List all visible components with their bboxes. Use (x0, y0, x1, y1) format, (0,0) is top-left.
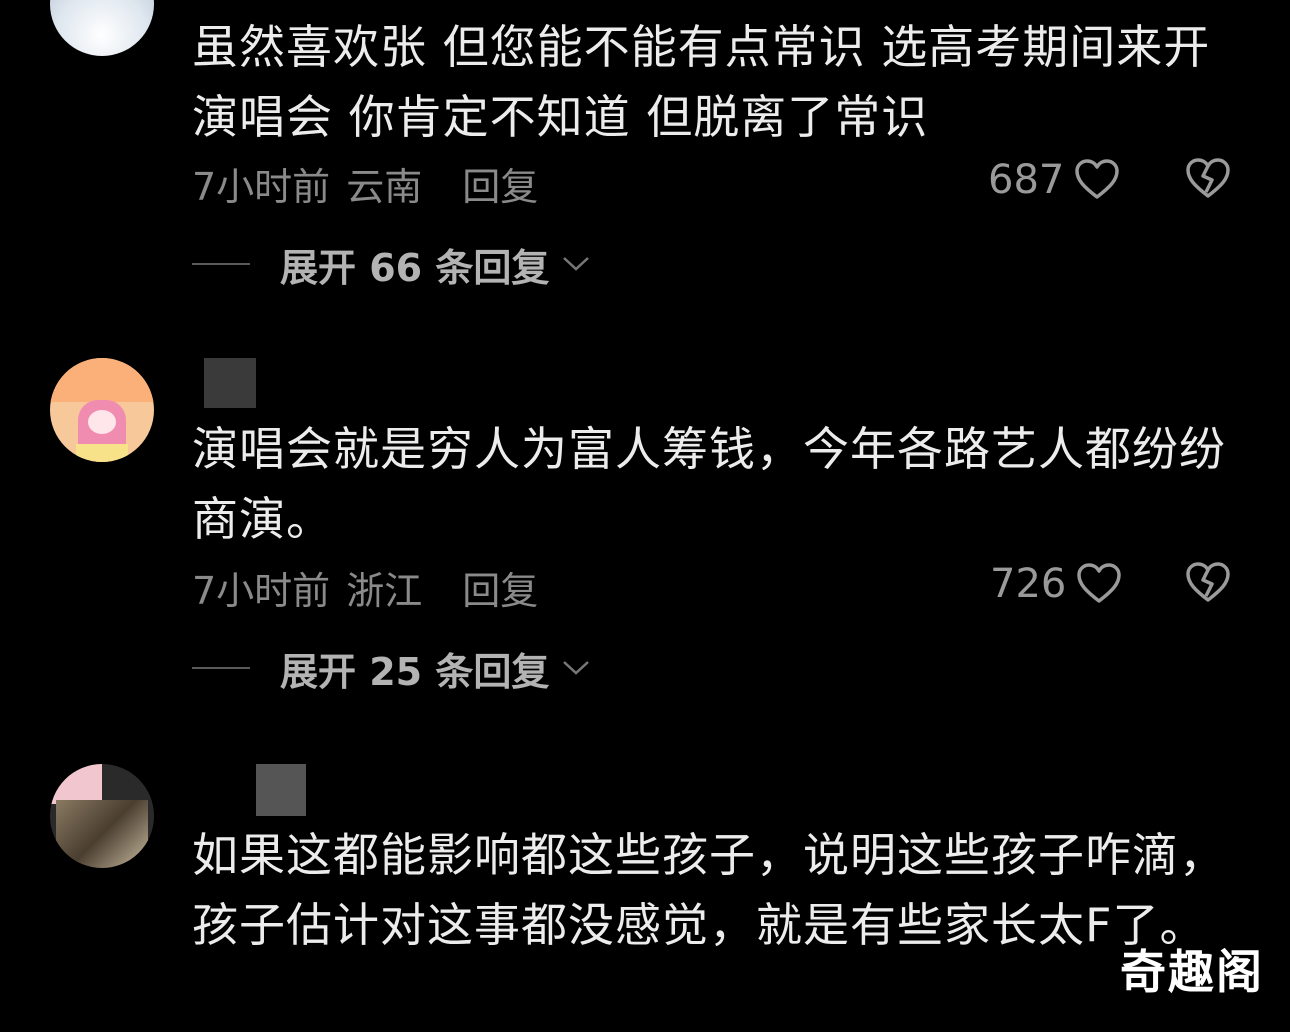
watermark-logo: 奇趣阁 (1120, 945, 1264, 999)
comment-2-expand-label: 展开 25 条回复 (280, 649, 550, 694)
comment-1-reply-button[interactable]: 回复 (462, 165, 538, 209)
avatar-face (88, 410, 116, 434)
comment-1-meta: 7小时前 云南 回复 (192, 156, 538, 211)
username-redacted-2 (204, 358, 256, 408)
heart-outline-icon[interactable] (1074, 159, 1120, 201)
avatar-shirt (76, 444, 128, 462)
comment-2-meta: 7小时前 浙江 回复 (192, 560, 538, 615)
comment-2-like-count: 726 (990, 561, 1067, 607)
avatar-figure (56, 800, 148, 868)
comment-1-like-group: 687 (988, 156, 1120, 204)
chevron-down-icon (561, 254, 591, 274)
comment-2-location: 浙江 (346, 569, 423, 613)
comment-2-like-group: 726 (990, 560, 1122, 608)
avatar-top-block (50, 358, 154, 402)
comment-3-text: 如果这都能影响都这些孩子，说明这些孩子咋滴，孩子估计对这事都没感觉，就是有些家长… (192, 828, 1226, 952)
comment-1-text: 虽然喜欢张 但您能不能有点常识 选高考期间来开演唱会 你肯定不知道 但脱离了常识 (192, 20, 1211, 144)
comment-2-expand-replies[interactable]: 展开 25 条回复 (192, 644, 591, 694)
comment-1-expand-replies[interactable]: 展开 66 条回复 (192, 240, 591, 290)
comment-1-location: 云南 (346, 165, 423, 209)
broken-heart-icon[interactable] (1185, 158, 1231, 200)
username-redacted-3 (256, 764, 306, 816)
avatar-comment-3[interactable] (50, 764, 154, 868)
broken-heart-icon[interactable] (1185, 562, 1231, 604)
divider-line (192, 667, 250, 669)
comment-2-text: 演唱会就是穷人为富人筹钱，今年各路艺人都纷纷商演。 (192, 422, 1226, 546)
divider-line (192, 263, 250, 265)
comment-1-expand-label: 展开 66 条回复 (280, 245, 550, 290)
comment-1-like-count: 687 (988, 157, 1065, 203)
chevron-down-icon (561, 658, 591, 678)
avatar-pink-block (50, 764, 102, 804)
heart-outline-icon[interactable] (1076, 563, 1122, 605)
avatar-comment-1[interactable] (50, 0, 154, 56)
comment-2-reply-button[interactable]: 回复 (462, 569, 538, 613)
comment-1-time: 7小时前 (192, 165, 331, 209)
avatar-comment-2[interactable] (50, 358, 154, 462)
comment-2-time: 7小时前 (192, 569, 331, 613)
